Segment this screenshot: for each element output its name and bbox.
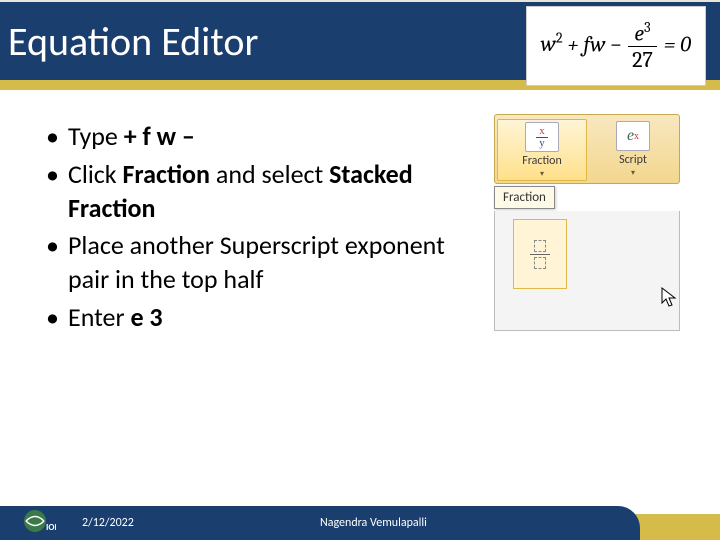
stacked-fraction-icon xyxy=(530,238,550,271)
slide-title: Equation Editor xyxy=(8,17,258,66)
ribbon-screenshot: xy Fraction ▾ ex Script ▾ Fraction xyxy=(494,114,680,339)
tooltip: Fraction xyxy=(494,186,555,209)
equation-preview: w2 + fw − e327 = 0 xyxy=(526,6,706,86)
instruction-list: Type + f w – Click Fraction and select S… xyxy=(40,120,486,339)
stacked-fraction-option[interactable] xyxy=(513,219,567,289)
list-item: Type + f w – xyxy=(40,120,486,154)
footer-author: Nagendra Vemulapalli xyxy=(320,516,427,530)
list-item: Click Fraction and select Stacked Fracti… xyxy=(40,158,486,226)
list-item: Enter e 3 xyxy=(40,301,486,335)
fraction-button[interactable]: xy Fraction ▾ xyxy=(497,119,587,181)
ribbon-structures-group: xy Fraction ▾ ex Script ▾ xyxy=(494,114,680,184)
logo-icon: IOI xyxy=(20,506,56,536)
fraction-icon: xy xyxy=(525,122,559,152)
list-item: Place another Superscript exponent pair … xyxy=(40,229,486,297)
script-button[interactable]: ex Script ▾ xyxy=(589,119,677,181)
eq-fraction: e327 xyxy=(628,19,657,73)
chevron-down-icon: ▾ xyxy=(540,169,544,179)
footer: 2/12/2022 Nagendra Vemulapalli IOI xyxy=(0,504,720,540)
svg-text:IOI: IOI xyxy=(46,522,56,533)
script-icon: ex xyxy=(616,121,650,151)
eq-w: w2 xyxy=(541,31,563,57)
footer-date: 2/12/2022 xyxy=(82,516,134,530)
chevron-down-icon: ▾ xyxy=(631,168,635,178)
cursor-icon xyxy=(661,287,679,314)
fraction-gallery xyxy=(494,211,680,331)
